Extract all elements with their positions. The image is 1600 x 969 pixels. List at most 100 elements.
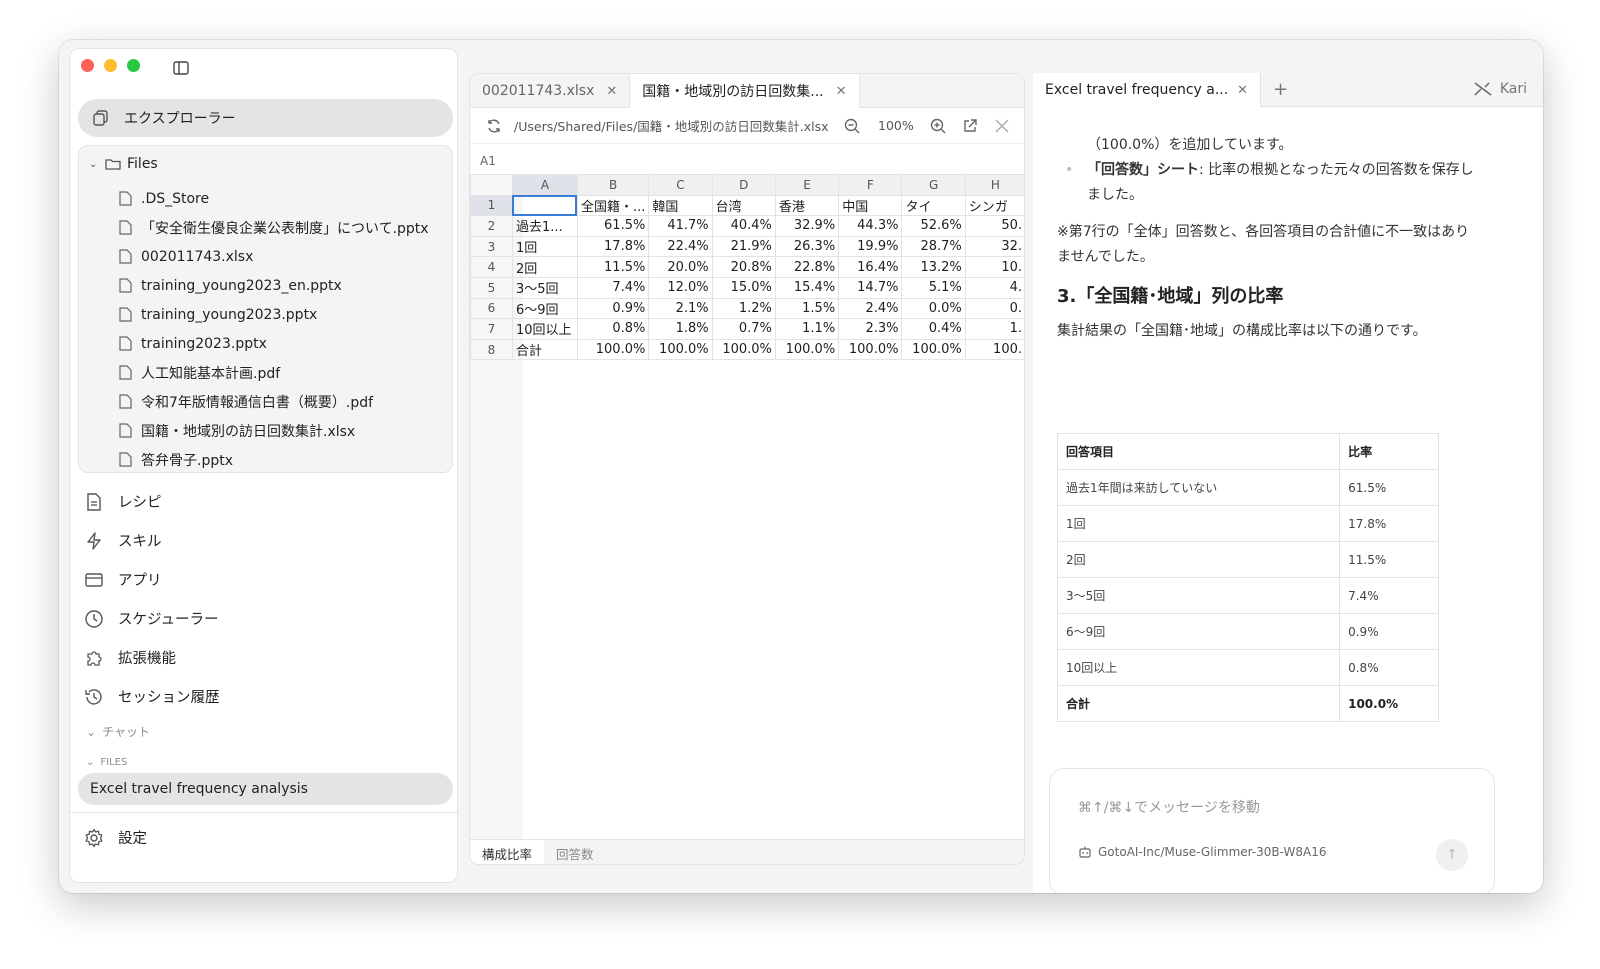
file-item[interactable]: 人工知能基本計画.pdf (119, 358, 429, 387)
grid-cell[interactable]: 32. (964, 235, 1024, 258)
settings-button[interactable]: 設定 (84, 827, 147, 848)
grid-cell[interactable]: 6〜9回 (511, 297, 578, 320)
grid-cell[interactable]: 全国籍・... (576, 194, 650, 217)
grid-cell[interactable]: 50. (964, 215, 1024, 237)
sidebar-item-session-history[interactable]: セッション履歴 (82, 677, 220, 716)
sidebar-item-apps[interactable]: アプリ (82, 560, 220, 599)
grid-cell[interactable]: 1. (964, 318, 1024, 340)
grid-cell[interactable]: 12.0% (648, 276, 713, 299)
close-icon[interactable]: ✕ (836, 84, 847, 99)
grid-cell[interactable]: 16.4% (838, 256, 903, 278)
open-external-icon[interactable] (962, 118, 978, 134)
row-header[interactable]: 4 (470, 256, 513, 278)
grid-cell[interactable]: 41.7% (648, 215, 713, 237)
zoom-window-button[interactable] (127, 59, 140, 72)
grid-cell[interactable]: 0.7% (711, 318, 776, 340)
grid-cell[interactable]: 1.1% (774, 318, 840, 340)
grid-cell[interactable]: 32.9% (774, 215, 840, 237)
grid-cell[interactable]: 2.3% (838, 318, 903, 340)
tab-file-002011743[interactable]: 002011743.xlsx ✕ (470, 74, 631, 108)
grid-cell[interactable]: 44.3% (838, 215, 903, 237)
grid-cell[interactable]: 0.8% (576, 318, 650, 340)
new-tab-button[interactable]: + (1273, 79, 1288, 100)
sidebar-item-skills[interactable]: スキル (82, 521, 220, 560)
grid-cell[interactable]: 1.5% (774, 297, 840, 320)
grid-cell[interactable]: 合計 (511, 338, 578, 361)
row-header[interactable]: 5 (470, 276, 513, 299)
column-header[interactable]: A (511, 174, 578, 196)
files-section-toggle[interactable]: ⌄ FILES (86, 757, 127, 768)
grid-cell[interactable]: 20.8% (711, 256, 776, 278)
zoom-in-icon[interactable] (930, 118, 946, 134)
grid-cell[interactable]: 100. (964, 338, 1024, 361)
zoom-out-icon[interactable] (844, 118, 860, 134)
grid-cell[interactable]: 3〜5回 (511, 276, 578, 299)
grid-cell[interactable]: 1回 (511, 235, 578, 258)
grid-cell[interactable]: 100.0% (774, 338, 840, 361)
grid-cell[interactable]: 15.0% (711, 276, 776, 299)
row-header[interactable]: 6 (470, 297, 513, 320)
files-root-folder[interactable]: ⌄ Files (89, 156, 158, 172)
grid-cell[interactable]: 2.1% (648, 297, 713, 320)
grid-cell[interactable]: 0. (964, 297, 1024, 320)
close-icon[interactable]: ✕ (1237, 83, 1248, 98)
user-badge[interactable]: Kari (1474, 81, 1527, 97)
grid-cell[interactable]: 100.0% (648, 338, 713, 361)
file-item[interactable]: 国籍・地域別の訪日回数集計.xlsx (119, 416, 429, 445)
grid-cell[interactable]: 100.0% (901, 338, 966, 361)
grid-cell[interactable]: 2回 (511, 256, 578, 278)
column-header[interactable]: D (711, 174, 776, 196)
corner-cell[interactable] (470, 174, 513, 196)
grid-cell[interactable]: 5.1% (901, 276, 966, 299)
grid-cell[interactable] (511, 194, 578, 217)
file-item[interactable]: 「安全衛生優良企業公表制度」について.pptx (119, 213, 429, 242)
close-icon[interactable]: ✕ (606, 84, 617, 99)
sidebar-toggle-icon[interactable] (173, 61, 189, 75)
grid-cell[interactable]: 7.4% (576, 276, 650, 299)
file-item[interactable]: 答弁骨子.pptx (119, 445, 429, 474)
grid-cell[interactable]: 0.0% (901, 297, 966, 320)
send-button[interactable]: ↑ (1436, 839, 1468, 871)
row-header[interactable]: 1 (470, 194, 513, 217)
grid-cell[interactable]: シンガ (964, 194, 1024, 217)
grid-cell[interactable]: 15.4% (774, 276, 840, 299)
file-item[interactable]: training2023.pptx (119, 329, 429, 358)
tab-chat-session[interactable]: Excel travel frequency a... ✕ (1033, 73, 1261, 107)
grid-cell[interactable]: 100.0% (711, 338, 776, 361)
grid-cell[interactable]: 4. (964, 276, 1024, 299)
minimize-window-button[interactable] (104, 59, 117, 72)
column-header[interactable]: G (901, 174, 966, 196)
refresh-icon[interactable] (486, 118, 502, 134)
grid-cell[interactable]: 1.2% (711, 297, 776, 320)
grid-cell[interactable]: 過去1... (511, 215, 578, 237)
row-header[interactable]: 3 (470, 235, 513, 258)
grid-cell[interactable]: 52.6% (901, 215, 966, 237)
row-header[interactable]: 2 (470, 215, 513, 237)
chat-session-item[interactable]: Excel travel frequency analysis (78, 773, 453, 805)
message-composer[interactable]: ⌘↑/⌘↓でメッセージを移動 GotoAI-Inc/Muse-Glimmer-3… (1049, 768, 1495, 893)
chat-section-toggle[interactable]: ⌄ チャット (86, 723, 150, 740)
grid-cell[interactable]: 韓国 (648, 194, 713, 217)
row-header[interactable]: 7 (470, 318, 513, 340)
close-window-button[interactable] (81, 59, 94, 72)
grid-cell[interactable]: 100.0% (838, 338, 903, 361)
grid-cell[interactable]: 13.2% (901, 256, 966, 278)
column-header[interactable]: F (838, 174, 903, 196)
grid-cell[interactable]: 0.4% (901, 318, 966, 340)
grid-cell[interactable]: 1.8% (648, 318, 713, 340)
column-header[interactable]: B (576, 174, 650, 196)
sidebar-item-recipes[interactable]: レシピ (82, 482, 220, 521)
sheet-tab-counts[interactable]: 回答数 (544, 840, 606, 864)
column-header[interactable]: H (964, 174, 1024, 196)
grid-cell[interactable]: 20.0% (648, 256, 713, 278)
column-header[interactable]: E (774, 174, 840, 196)
grid-cell[interactable]: 22.8% (774, 256, 840, 278)
close-viewer-icon[interactable] (994, 118, 1010, 134)
grid-cell[interactable]: 10回以上 (511, 318, 578, 340)
grid-cell[interactable]: 19.9% (838, 235, 903, 258)
grid-cell[interactable]: 21.9% (711, 235, 776, 258)
grid-cell[interactable]: タイ (901, 194, 966, 217)
grid-cell[interactable]: 11.5% (576, 256, 650, 278)
grid-cell[interactable]: 26.3% (774, 235, 840, 258)
file-item[interactable]: training_young2023.pptx (119, 300, 429, 329)
